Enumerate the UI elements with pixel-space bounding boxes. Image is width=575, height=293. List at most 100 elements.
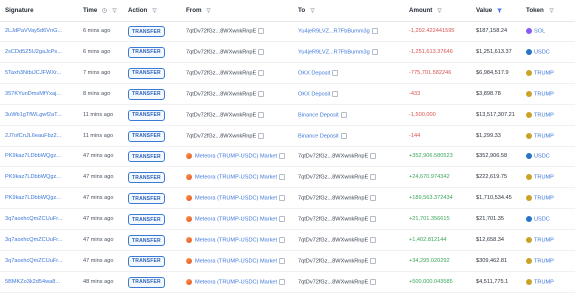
- token-cell[interactable]: TRUMP: [526, 132, 554, 139]
- from-address[interactable]: 7qtDv72fGz...8WXwnkRnpE: [186, 112, 256, 118]
- copy-icon[interactable]: [370, 153, 377, 160]
- filter-icon[interactable]: [548, 8, 554, 13]
- token-cell[interactable]: USDC: [526, 153, 550, 160]
- copy-icon[interactable]: [258, 111, 265, 118]
- value-header[interactable]: Value: [476, 7, 502, 14]
- token-label[interactable]: TRUMP: [534, 237, 554, 243]
- token-label[interactable]: TRUMP: [534, 175, 554, 181]
- copy-icon[interactable]: [371, 28, 378, 34]
- token-cell[interactable]: TRUMP: [526, 111, 554, 118]
- from-address[interactable]: 7qtDv72fGz...8WXwnkRnpE: [186, 91, 256, 97]
- action-header[interactable]: Action: [128, 7, 157, 14]
- token-label[interactable]: SOL: [534, 28, 545, 34]
- signature-link[interactable]: PK9kaz7LDbbWQgz...: [5, 174, 61, 180]
- filter-icon[interactable]: [111, 8, 117, 13]
- copy-icon[interactable]: [279, 195, 286, 202]
- token-label[interactable]: TRUMP: [534, 70, 554, 76]
- token-cell[interactable]: TRUMP: [526, 69, 554, 76]
- from-link[interactable]: Meteora (TRUMP-USDC) Market: [195, 154, 277, 160]
- from-link[interactable]: Meteora (TRUMP-USDC) Market: [195, 237, 277, 243]
- copy-icon[interactable]: [370, 257, 377, 264]
- to-address[interactable]: 7qtDv72fGz...8WXwnkRnpE: [298, 279, 368, 285]
- copy-icon[interactable]: [279, 257, 286, 264]
- token-label[interactable]: TRUMP: [534, 279, 554, 285]
- signature-link[interactable]: 3uWb1gTfWLgwf2aT...: [5, 112, 62, 118]
- copy-icon[interactable]: [332, 69, 339, 76]
- copy-icon[interactable]: [340, 111, 347, 118]
- from-header[interactable]: From: [186, 7, 212, 14]
- token-cell[interactable]: TRUMP: [526, 278, 554, 285]
- to-address[interactable]: 7qtDv72fGz...8WXwnkRnpE: [298, 175, 368, 181]
- copy-icon[interactable]: [258, 28, 265, 34]
- from-link[interactable]: Meteora (TRUMP-USDC) Market: [195, 258, 277, 264]
- copy-icon[interactable]: [371, 48, 378, 55]
- from-link[interactable]: Meteora (TRUMP-USDC) Market: [195, 279, 277, 285]
- to-link[interactable]: Binance Deposit: [298, 133, 339, 139]
- token-cell[interactable]: USDC: [526, 48, 550, 55]
- token-label[interactable]: TRUMP: [534, 91, 554, 97]
- token-cell[interactable]: TRUMP: [526, 90, 554, 97]
- to-link[interactable]: Binance Deposit: [298, 112, 339, 118]
- amount-header[interactable]: Amount: [409, 7, 443, 14]
- clock-icon[interactable]: [102, 8, 107, 13]
- signature-link[interactable]: PK9kaz7LDbbWQgz...: [5, 195, 61, 201]
- from-address[interactable]: 7qtDv72fGz...8WXwnkRnpE: [186, 49, 256, 55]
- filter-icon[interactable]: [206, 8, 212, 13]
- to-address[interactable]: 7qtDv72fGz...8WXwnkRnpE: [298, 217, 368, 223]
- copy-icon[interactable]: [258, 69, 265, 76]
- token-cell[interactable]: USDC: [526, 216, 550, 223]
- from-link[interactable]: Meteora (TRUMP-USDC) Market: [195, 196, 277, 202]
- signature-link[interactable]: 2J7ofCnJL6eauFbz2...: [5, 133, 61, 139]
- token-label[interactable]: USDC: [534, 154, 550, 160]
- token-cell[interactable]: TRUMP: [526, 195, 554, 202]
- copy-icon[interactable]: [258, 48, 265, 55]
- copy-icon[interactable]: [279, 216, 286, 223]
- token-label[interactable]: USDC: [534, 217, 550, 223]
- copy-icon[interactable]: [258, 90, 265, 97]
- signature-link[interactable]: 357KYunDmsMfYxaj...: [5, 91, 61, 97]
- signature-link[interactable]: PK9kaz7LDbbWQgz...: [5, 153, 61, 159]
- to-address[interactable]: 7qtDv72fGz...8WXwnkRnpE: [298, 237, 368, 243]
- token-cell[interactable]: TRUMP: [526, 257, 554, 264]
- signature-link[interactable]: 5Taxh3NtbiJCJFWXr...: [5, 70, 61, 76]
- copy-icon[interactable]: [279, 278, 286, 285]
- signature-link[interactable]: 3q7aoxhcQmZCUuFr...: [5, 258, 63, 264]
- filter-icon[interactable]: [152, 8, 157, 13]
- token-label[interactable]: TRUMP: [534, 133, 554, 139]
- copy-icon[interactable]: [370, 237, 377, 243]
- token-label[interactable]: TRUMP: [534, 258, 554, 264]
- to-link[interactable]: Yu4jeR9LVZ...R7FbBumm3g: [298, 49, 370, 55]
- from-address[interactable]: 7qtDv72fGz...8WXwnkRnpE: [186, 70, 256, 76]
- filter-icon[interactable]: [309, 8, 315, 13]
- copy-icon[interactable]: [279, 174, 286, 181]
- signature-link[interactable]: 2sCDd5Z5U2gaJcPs...: [5, 49, 62, 55]
- to-address[interactable]: 7qtDv72fGz...8WXwnkRnpE: [298, 196, 368, 202]
- token-label[interactable]: USDC: [534, 49, 550, 55]
- from-link[interactable]: Meteora (TRUMP-USDC) Market: [195, 175, 277, 181]
- token-cell[interactable]: SOL: [526, 28, 545, 34]
- copy-icon[interactable]: [279, 153, 286, 160]
- copy-icon[interactable]: [332, 90, 339, 97]
- token-header[interactable]: Token: [526, 7, 554, 14]
- copy-icon[interactable]: [370, 216, 377, 223]
- token-cell[interactable]: TRUMP: [526, 174, 554, 181]
- signature-link[interactable]: 2LJdPaVVay5d6VnG...: [5, 28, 62, 34]
- copy-icon[interactable]: [340, 132, 347, 139]
- to-address[interactable]: 7qtDv72fGz...8WXwnkRnpE: [298, 154, 368, 160]
- signature-link[interactable]: 3q7aoxhcQmZCUuFr...: [5, 237, 63, 243]
- filter-icon[interactable]: [437, 8, 443, 13]
- time-header[interactable]: Time: [83, 7, 117, 14]
- to-link[interactable]: Yu4jeR9LVZ...R7FbBumm3g: [298, 28, 370, 34]
- copy-icon[interactable]: [279, 237, 286, 243]
- token-label[interactable]: TRUMP: [534, 196, 554, 202]
- copy-icon[interactable]: [370, 278, 377, 285]
- token-label[interactable]: TRUMP: [534, 112, 554, 118]
- token-cell[interactable]: TRUMP: [526, 237, 554, 243]
- signature-link[interactable]: 3q7aoxhcQmZCUuFr...: [5, 216, 63, 222]
- to-link[interactable]: OKX Deposit: [298, 91, 330, 97]
- signature-link[interactable]: 5BMKZo3k2d54wa8...: [5, 279, 60, 285]
- to-header[interactable]: To: [298, 7, 315, 14]
- copy-icon[interactable]: [258, 132, 265, 139]
- from-address[interactable]: 7qtDv72fGz...8WXwnkRnpE: [186, 133, 256, 139]
- copy-icon[interactable]: [370, 174, 377, 181]
